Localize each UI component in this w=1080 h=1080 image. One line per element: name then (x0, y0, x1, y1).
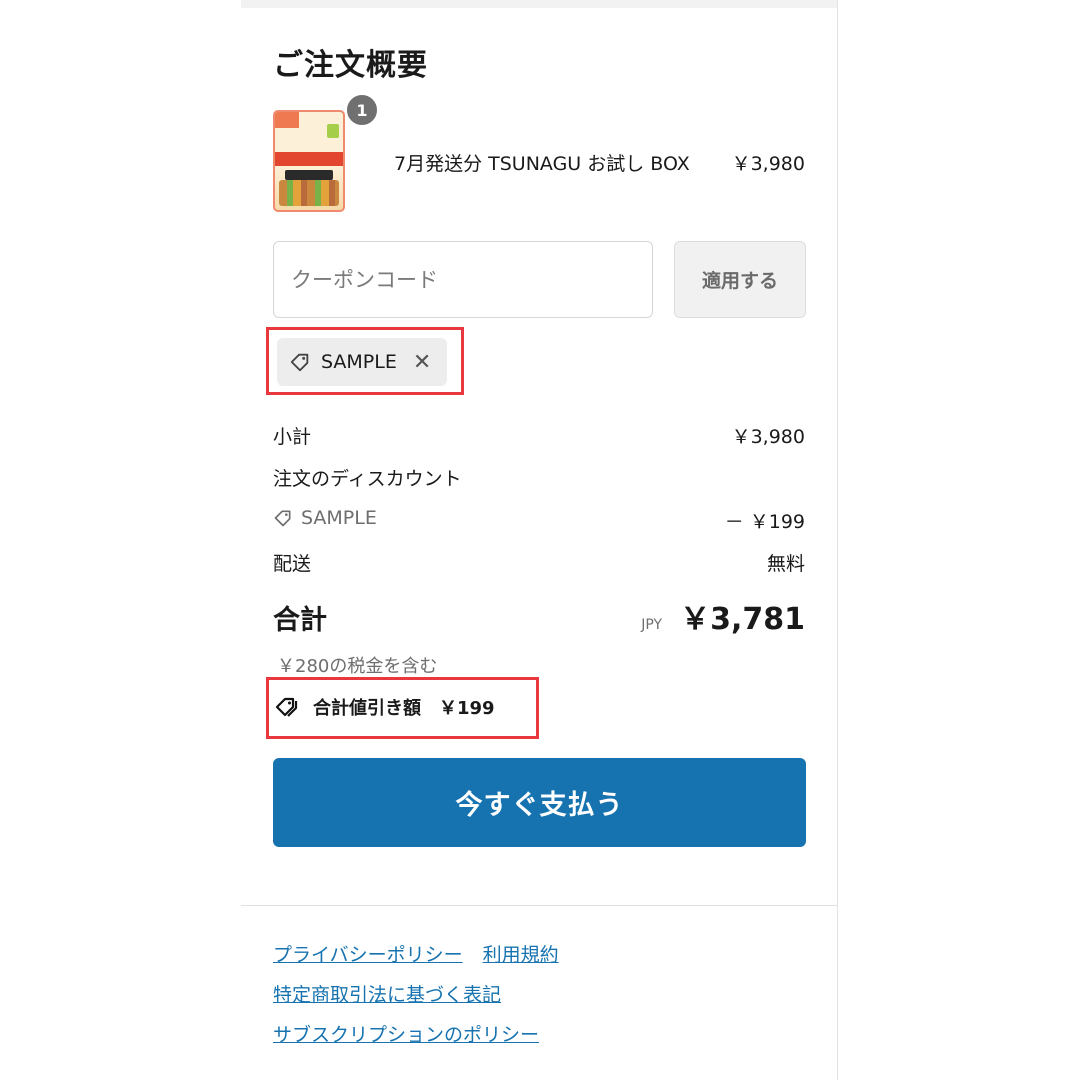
footer-links: プライバシーポリシー 利用規約 特定商取引法に基づく表記 サブスクリプションのポリ… (273, 940, 559, 1060)
product-price: ￥3,980 (731, 153, 805, 175)
shipping-value: 無料 (766, 553, 805, 575)
legal-notice-link[interactable]: 特定商取引法に基づく表記 (273, 984, 501, 1006)
total-row: 合計 JPY ￥3,781 (273, 594, 805, 638)
subtotal-label: 小計 (273, 426, 312, 448)
product-name: 7月発送分 TSUNAGU お試し BOX (394, 153, 690, 175)
discount-code: SAMPLE (301, 507, 377, 529)
order-discount-label: 注文のディスカウント (273, 468, 462, 490)
close-icon[interactable]: ✕ (413, 350, 431, 375)
applied-coupon-code: SAMPLE (321, 351, 397, 373)
order-summary-panel: ご注文概要 1 7月発送分 TSUNAGU お試し BOX ￥3,980 適用す… (241, 0, 838, 1080)
coupon-code-input[interactable] (273, 241, 653, 318)
savings-label: 合計値引き額 (313, 698, 421, 719)
savings-amount: ￥199 (439, 698, 495, 719)
terms-of-service-link[interactable]: 利用規約 (483, 944, 559, 966)
currency-code: JPY (641, 617, 663, 633)
applied-coupon-chip: SAMPLE ✕ (277, 338, 447, 386)
total-amount: ￥3,781 (680, 602, 805, 637)
quantity-badge: 1 (345, 93, 379, 127)
subtotal-row: 小計 ￥3,980 (273, 422, 805, 449)
discount-code-row: SAMPLE － ￥199 (273, 507, 805, 534)
tag-icon (290, 353, 309, 372)
total-savings: 合計値引き額 ￥199 (275, 694, 495, 720)
discount-value: － ￥199 (724, 511, 805, 533)
subscription-policy-link[interactable]: サブスクリプションのポリシー (273, 1024, 539, 1046)
tag-icon (274, 510, 291, 527)
privacy-policy-link[interactable]: プライバシーポリシー (273, 944, 463, 966)
shipping-row: 配送 無料 (273, 549, 805, 576)
total-label: 合計 (273, 605, 327, 636)
top-band (241, 0, 837, 8)
order-discount-row: 注文のディスカウント (273, 464, 805, 491)
apply-coupon-button[interactable]: 適用する (674, 241, 806, 318)
subtotal-value: ￥3,980 (731, 426, 805, 448)
product-box-image (273, 110, 345, 212)
tax-note: ￥280の税金を含む (277, 656, 438, 677)
pay-now-button[interactable]: 今すぐ支払う (273, 758, 806, 847)
shipping-label: 配送 (273, 553, 312, 575)
tags-icon (275, 697, 298, 717)
divider (241, 905, 837, 906)
order-summary-title: ご注文概要 (273, 48, 428, 83)
